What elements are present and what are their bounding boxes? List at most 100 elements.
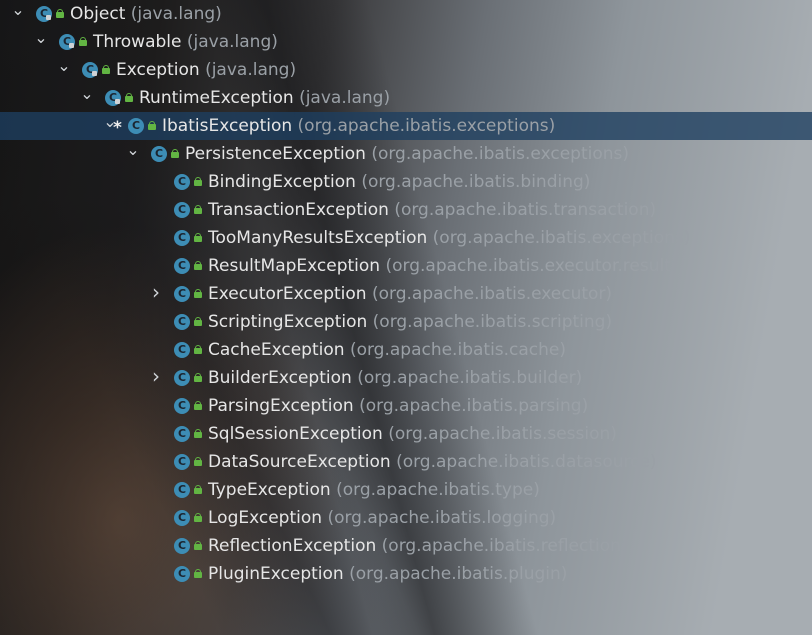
type-hierarchy-tree[interactable]: ⌄ C Object (java.lang) ⌄ C Throwable (java.la… bbox=[0, 0, 812, 635]
tree-row[interactable]: C BindingException (org.apache.ibatis.bin… bbox=[0, 168, 812, 196]
package-name: (org.apache.ibatis.binding) bbox=[361, 172, 591, 192]
package-name: (org.apache.ibatis.type) bbox=[336, 480, 540, 500]
chevron-down-icon[interactable]: ⌄ bbox=[33, 30, 49, 46]
abstract-marker-icon bbox=[46, 15, 51, 20]
package-name: (org.apache.ibatis.session) bbox=[388, 424, 617, 444]
tree-row[interactable]: C TooManyResultsException (org.apache.iba… bbox=[0, 224, 812, 252]
tree-row[interactable]: ⌄ C RuntimeException (java.lang) bbox=[0, 84, 812, 112]
package-name: (org.apache.ibatis.reflection) bbox=[381, 536, 628, 556]
tree-row[interactable]: C ResultMapException (org.apache.ibatis.e… bbox=[0, 252, 812, 280]
tree-row-label: ScriptingException (org.apache.ibatis.sc… bbox=[208, 308, 612, 336]
package-name: (org.apache.ibatis.datasource) bbox=[396, 452, 657, 472]
class-icon: C bbox=[174, 482, 190, 498]
chevron-right-icon[interactable]: › bbox=[148, 282, 164, 302]
class-icon: C bbox=[174, 258, 190, 274]
class-name: TypeException bbox=[208, 480, 331, 500]
class-icon: C bbox=[174, 174, 190, 190]
tree-row[interactable]: C CacheException (org.apache.ibatis.cache… bbox=[0, 336, 812, 364]
class-name: SqlSessionException bbox=[208, 424, 383, 444]
class-name: DataSourceException bbox=[208, 452, 391, 472]
chevron-down-icon[interactable]: ⌄ bbox=[56, 58, 72, 74]
tree-row-label: LogException (org.apache.ibatis.logging) bbox=[208, 504, 556, 532]
public-lock-icon bbox=[148, 121, 156, 130]
tree-row[interactable]: ⌄ C PersistenceException (org.apache.ibati… bbox=[0, 140, 812, 168]
public-lock-icon bbox=[194, 541, 202, 550]
class-icon: C bbox=[174, 426, 190, 442]
class-name: ParsingException bbox=[208, 396, 354, 416]
public-lock-icon bbox=[125, 93, 133, 102]
class-icon: C bbox=[174, 510, 190, 526]
tree-row-label: TypeException (org.apache.ibatis.type) bbox=[208, 476, 540, 504]
chevron-down-icon[interactable]: ⌄ bbox=[79, 86, 95, 102]
class-icon: C bbox=[174, 398, 190, 414]
tree-row-label: IbatisException (org.apache.ibatis.excep… bbox=[162, 112, 555, 140]
class-icon: C bbox=[174, 286, 190, 302]
package-name: (org.apache.ibatis.cache) bbox=[349, 340, 567, 360]
class-icon: C bbox=[174, 230, 190, 246]
class-name: Throwable bbox=[93, 32, 182, 52]
tree-row[interactable]: C TransactionException (org.apache.ibatis… bbox=[0, 196, 812, 224]
class-icon: C bbox=[151, 146, 167, 162]
public-lock-icon bbox=[194, 261, 202, 270]
tree-row[interactable]: ⌄ * C IbatisException (org.apache.ibatis.ex… bbox=[0, 112, 812, 140]
tree-row-label: PersistenceException (org.apache.ibatis.… bbox=[185, 140, 629, 168]
tree-row[interactable]: C DataSourceException (org.apache.ibatis.… bbox=[0, 448, 812, 476]
public-lock-icon bbox=[194, 317, 202, 326]
tree-row-label: TransactionException (org.apache.ibatis.… bbox=[208, 196, 656, 224]
package-name: (java.lang) bbox=[130, 4, 222, 24]
tree-row-label: PluginException (org.apache.ibatis.plugi… bbox=[208, 560, 567, 588]
package-name: (org.apache.ibatis.parsing) bbox=[359, 396, 589, 416]
tree-row[interactable]: C LogException (org.apache.ibatis.logging… bbox=[0, 504, 812, 532]
class-name: LogException bbox=[208, 508, 323, 528]
class-name: TooManyResultsException bbox=[208, 228, 428, 248]
public-lock-icon bbox=[194, 345, 202, 354]
class-name: ResultMapException bbox=[208, 256, 381, 276]
abstract-marker-icon bbox=[69, 43, 74, 48]
public-lock-icon bbox=[194, 513, 202, 522]
public-lock-icon bbox=[194, 289, 202, 298]
tree-row[interactable]: ⌄ C Throwable (java.lang) bbox=[0, 28, 812, 56]
tree-row-label: CacheException (org.apache.ibatis.cache) bbox=[208, 336, 566, 364]
package-name: (org.apache.ibatis.builder) bbox=[357, 368, 583, 388]
class-icon: C bbox=[174, 538, 190, 554]
tree-row-label: SqlSessionException (org.apache.ibatis.s… bbox=[208, 420, 617, 448]
class-name: ExecutorException bbox=[208, 284, 367, 304]
tree-row-label: DataSourceException (org.apache.ibatis.d… bbox=[208, 448, 657, 476]
tree-row-label: TooManyResultsException (org.apache.ibat… bbox=[208, 224, 690, 252]
public-lock-icon bbox=[171, 149, 179, 158]
tree-row[interactable]: C SqlSessionException (org.apache.ibatis.… bbox=[0, 420, 812, 448]
class-icon: C bbox=[128, 118, 144, 134]
public-lock-icon bbox=[194, 177, 202, 186]
package-name: (org.apache.ibatis.logging) bbox=[327, 508, 557, 528]
public-lock-icon bbox=[194, 233, 202, 242]
package-name: (org.apache.ibatis.exceptions) bbox=[432, 228, 691, 248]
tree-row-label: ParsingException (org.apache.ibatis.pars… bbox=[208, 392, 588, 420]
tree-row[interactable]: ⌄ C Exception (java.lang) bbox=[0, 56, 812, 84]
tree-row[interactable]: › C BuilderException (org.apache.ibatis.bu… bbox=[0, 364, 812, 392]
chevron-right-icon[interactable]: › bbox=[148, 366, 164, 386]
package-name: (org.apache.ibatis.exceptions) bbox=[297, 116, 556, 136]
class-name: BuilderException bbox=[208, 368, 352, 388]
tree-row[interactable]: C ParsingException (org.apache.ibatis.par… bbox=[0, 392, 812, 420]
tree-row[interactable]: ⌄ C Object (java.lang) bbox=[0, 0, 812, 28]
tree-row[interactable]: C ReflectionException (org.apache.ibatis.… bbox=[0, 532, 812, 560]
tree-row-label: ResultMapException (org.apache.ibatis.ex… bbox=[208, 252, 678, 280]
class-icon: C bbox=[174, 202, 190, 218]
tree-row[interactable]: C ScriptingException (org.apache.ibatis.s… bbox=[0, 308, 812, 336]
public-lock-icon bbox=[56, 9, 64, 18]
chevron-down-icon[interactable]: ⌄ bbox=[125, 142, 141, 158]
tree-row-label: RuntimeException (java.lang) bbox=[139, 84, 390, 112]
class-name: Object bbox=[70, 4, 126, 24]
tree-row-label: Object (java.lang) bbox=[70, 0, 222, 28]
class-icon: C bbox=[174, 566, 190, 582]
tree-row-label: Exception (java.lang) bbox=[116, 56, 296, 84]
tree-row[interactable]: › C ExecutorException (org.apache.ibatis.e… bbox=[0, 280, 812, 308]
public-lock-icon bbox=[194, 205, 202, 214]
class-name: CacheException bbox=[208, 340, 345, 360]
tree-row-label: ExecutorException (org.apache.ibatis.exe… bbox=[208, 280, 612, 308]
chevron-down-icon[interactable]: ⌄ bbox=[10, 2, 26, 18]
tree-row[interactable]: C PluginException (org.apache.ibatis.plug… bbox=[0, 560, 812, 588]
focus-marker: * bbox=[113, 118, 122, 138]
tree-row[interactable]: C TypeException (org.apache.ibatis.type) bbox=[0, 476, 812, 504]
public-lock-icon bbox=[194, 457, 202, 466]
